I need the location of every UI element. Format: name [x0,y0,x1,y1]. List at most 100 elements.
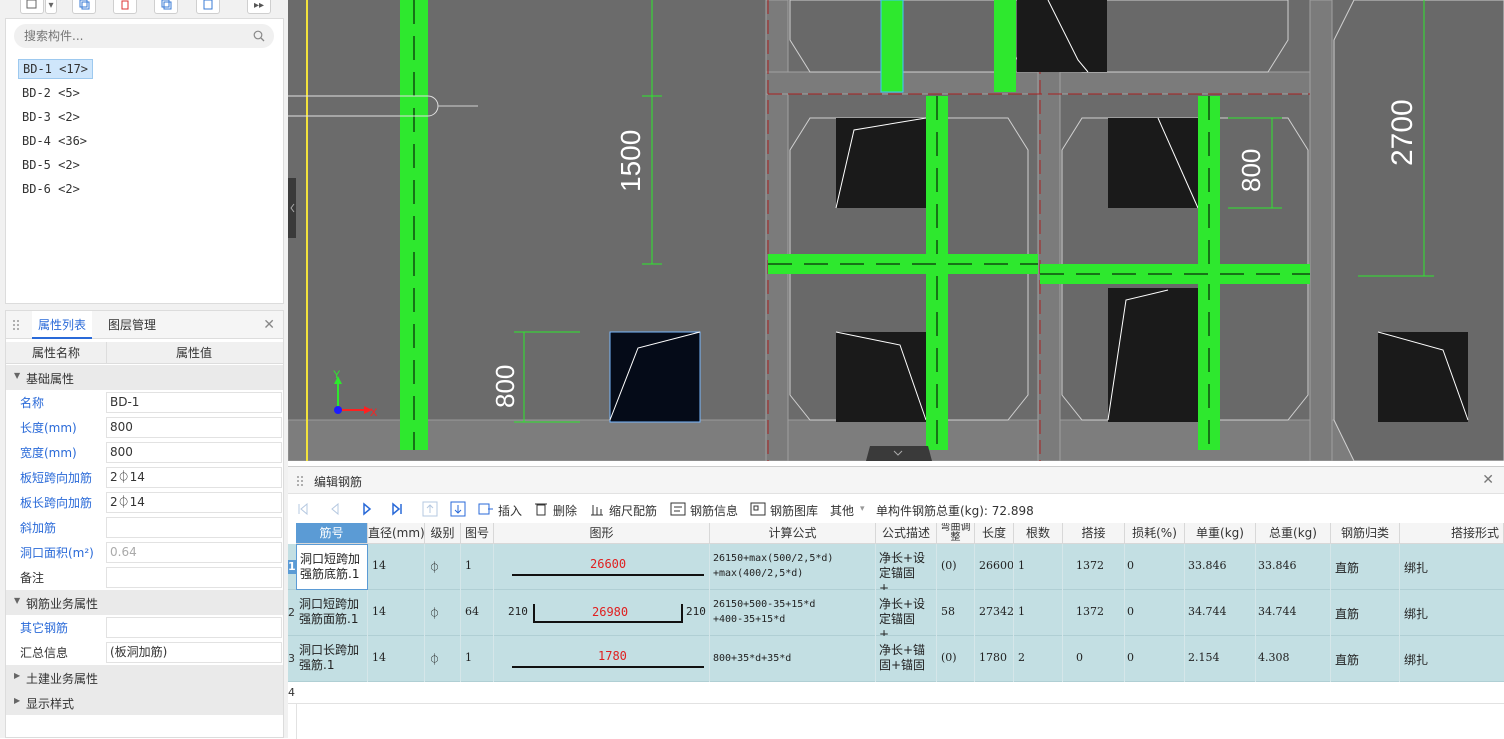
rebar-name-cell[interactable]: 洞口短跨加强筋面筋.1 [296,590,368,636]
lap-cell[interactable]: 0 [1063,636,1125,682]
group-rebar-business[interactable]: ▼ 钢筋业务属性 [6,590,283,615]
first-record-icon[interactable] [296,501,310,517]
count-cell[interactable]: 2 [1014,636,1063,682]
previous-record-icon[interactable] [328,501,342,517]
diameter-cell[interactable]: 14 [368,590,425,636]
unit-weight-cell[interactable]: 33.846 [1185,544,1256,590]
count-cell[interactable]: 1 [1014,590,1063,636]
rebar-library-button[interactable]: 钢筋图库 [770,502,818,519]
rebar-info-icon[interactable] [670,501,686,517]
grade-cell[interactable]: ⏀ [425,636,461,682]
shape-no-cell[interactable]: 1 [461,544,494,590]
property-value[interactable]: 2⏀14 [106,492,282,513]
move-down-icon[interactable] [450,501,466,517]
loss-cell[interactable]: 0 [1125,590,1185,636]
shape-no-cell[interactable]: 1 [461,636,494,682]
loss-cell[interactable]: 0 [1125,636,1185,682]
diameter-cell[interactable]: 14 [368,544,425,590]
shape-cell[interactable]: 1780 [494,636,710,682]
new-dropdown-button[interactable]: ▾ [45,0,57,14]
shape-no-cell[interactable]: 64 [461,590,494,636]
shape-cell[interactable]: 26600 [494,544,710,590]
total-weight-cell[interactable]: 33.846 [1256,544,1331,590]
column-header[interactable]: 根数 [1014,523,1063,544]
group-basic[interactable]: ▼ 基础属性 [6,365,283,390]
count-cell[interactable]: 1 [1014,544,1063,590]
shape-left-length[interactable]: 210 [508,605,528,618]
drag-grip-icon[interactable] [296,475,304,487]
lap-cell[interactable]: 1372 [1063,544,1125,590]
unit-weight-cell[interactable]: 34.744 [1185,590,1256,636]
insert-button[interactable]: 插入 [498,502,522,519]
property-value[interactable]: BD-1 [106,392,282,413]
component-item-bd-2[interactable]: BD-2 <5> [18,83,84,103]
formula-cell[interactable]: 26150+max(500/2,5*d) +max(400/2,5*d) [710,544,876,590]
next-record-icon[interactable] [360,501,374,517]
paste-button[interactable] [196,0,220,14]
column-header[interactable]: 筋号 [296,523,368,544]
unit-weight-cell[interactable]: 2.154 [1185,636,1256,682]
tab-layer-management[interactable]: 图层管理 [102,311,162,339]
component-item-bd-1[interactable]: BD-1 <17> [18,59,94,79]
formula-desc-cell[interactable]: 净长+设定锚固+… [876,590,937,636]
property-value[interactable]: 2⏀14 [106,467,282,488]
tab-property-list[interactable]: 属性列表 [32,311,93,339]
column-header[interactable]: 总重(kg) [1256,523,1331,544]
column-header[interactable]: 级别 [425,523,461,544]
delete-button[interactable]: 删除 [553,502,577,519]
new-component-button[interactable] [20,0,44,14]
move-up-icon[interactable] [422,501,438,517]
group-display-style[interactable]: ▶ 显示样式 [6,690,283,715]
more-tools-button[interactable]: ▸▸ [247,0,271,14]
column-header[interactable]: 长度 [975,523,1014,544]
copy-button[interactable] [72,0,96,14]
column-header[interactable]: 搭接 [1063,523,1125,544]
property-value[interactable] [106,517,282,538]
shape-length[interactable]: 26600 [590,557,626,571]
table-row[interactable]: 2 洞口短跨加强筋面筋.1 14 ⏀ 64 210 26980 210 2615… [288,590,1504,636]
scale-rebar-button[interactable]: 缩尺配筋 [609,502,657,519]
column-header[interactable]: 图号 [461,523,494,544]
column-header[interactable]: 损耗(%) [1125,523,1185,544]
layer-copy-button[interactable] [154,0,178,14]
delete-component-button[interactable] [113,0,137,14]
insert-icon[interactable] [478,501,494,517]
close-icon[interactable]: ✕ [263,317,275,333]
search-input[interactable] [24,28,244,44]
component-item-bd-5[interactable]: BD-5 <2> [18,155,84,175]
column-header[interactable]: 钢筋归类 [1331,523,1400,544]
drawing-canvas[interactable]: 1500 800 800 2700 X Y 3D [288,0,1504,461]
length-cell[interactable]: 1780 [975,636,1014,682]
formula-desc-cell[interactable]: 净长+设定锚固+… [876,544,937,590]
shape-right-length[interactable]: 210 [686,605,706,618]
rebar-info-button[interactable]: 钢筋信息 [690,502,738,519]
column-header[interactable]: 弯曲调整 [937,523,975,544]
column-header[interactable]: 单重(kg) [1185,523,1256,544]
other-menu-button[interactable]: 其他 [830,502,854,519]
search-box[interactable] [14,24,274,48]
table-row[interactable]: 1 洞口短跨加强筋底筋.1 14 ⏀ 1 26600 26150+max(500… [288,544,1504,590]
delete-icon[interactable] [533,501,549,517]
drag-grip-icon[interactable] [12,319,20,331]
formula-desc-cell[interactable]: 净长+锚固+锚固 [876,636,937,682]
total-weight-cell[interactable]: 34.744 [1256,590,1331,636]
grade-cell[interactable]: ⏀ [425,590,461,636]
property-value[interactable]: 800 [106,417,282,438]
bend-cell[interactable]: (0) [937,636,975,682]
scale-rebar-icon[interactable] [589,501,605,517]
category-cell[interactable]: 直筋 [1331,590,1400,636]
formula-cell[interactable]: 800+35*d+35*d [710,636,876,682]
column-header[interactable]: 图形 [494,523,710,544]
component-item-bd-4[interactable]: BD-4 <36> [18,131,91,151]
formula-cell[interactable]: 26150+500-35+15*d +400-35+15*d [710,590,876,636]
category-cell[interactable]: 直筋 [1331,636,1400,682]
property-value[interactable]: (板洞加筋) [106,642,282,663]
column-header[interactable]: 搭接形式 [1400,523,1504,544]
chevron-down-icon[interactable]: ▾ [860,504,865,514]
shape-length[interactable]: 1780 [598,649,627,663]
close-icon[interactable]: ✕ [1482,472,1494,488]
rebar-library-icon[interactable] [750,501,766,517]
total-weight-cell[interactable]: 4.308 [1256,636,1331,682]
shape-cell[interactable]: 210 26980 210 [494,590,710,636]
rebar-name-cell[interactable]: 洞口长跨加强筋.1 [296,636,368,682]
